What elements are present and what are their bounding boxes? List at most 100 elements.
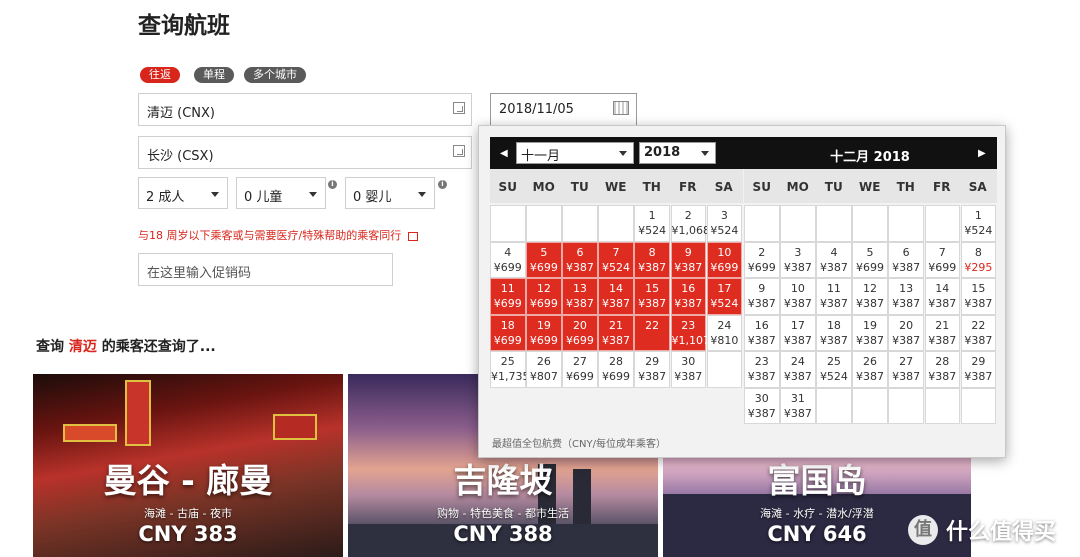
- infants-select[interactable]: 0 婴儿: [345, 177, 435, 209]
- calendar-empty-cell: [490, 205, 526, 242]
- calendar-day[interactable]: 24 ¥810: [706, 314, 743, 351]
- calendar-day[interactable]: 6 ¥387: [562, 241, 598, 278]
- calendar-day[interactable]: 12 ¥387: [852, 278, 888, 315]
- calendar-day[interactable]: 13 ¥387: [562, 278, 598, 315]
- calendar-day[interactable]: 15 ¥387: [960, 278, 997, 315]
- calendar-day[interactable]: 25 ¥524: [816, 351, 852, 388]
- day-number: 11: [826, 282, 841, 295]
- destination-field[interactable]: 长沙 (CSX): [138, 136, 472, 169]
- calendar-day[interactable]: 23 ¥1,107: [670, 314, 710, 351]
- calendar-day[interactable]: 14 ¥387: [598, 278, 634, 315]
- calendar-day[interactable]: 18 ¥699: [490, 314, 526, 351]
- adults-select[interactable]: 2 成人: [138, 177, 228, 209]
- calendar-day[interactable]: 19 ¥699: [526, 314, 562, 351]
- calendar-day[interactable]: 23 ¥387: [744, 351, 780, 388]
- day-price: ¥699: [602, 370, 631, 383]
- calendar-day[interactable]: 29 ¥387: [960, 351, 997, 388]
- destination-card-bangkok[interactable]: 曼谷 - 廊曼 海滩 - 古庙 - 夜市 CNY 383: [33, 374, 343, 557]
- calendar-day[interactable]: 20 ¥387: [888, 314, 924, 351]
- calendar-day[interactable]: 28 ¥699: [598, 351, 634, 388]
- calendar-day[interactable]: 16 ¥387: [670, 278, 706, 315]
- calendar-day[interactable]: 21 ¥387: [924, 314, 960, 351]
- trip-type-roundtrip[interactable]: 往返: [140, 67, 180, 83]
- calendar-day[interactable]: 30 ¥387: [670, 351, 706, 388]
- calendar-day[interactable]: 11 ¥387: [816, 278, 852, 315]
- trip-type-multicity[interactable]: 多个城市: [244, 67, 306, 83]
- calendar-day[interactable]: 31 ¥387: [780, 387, 816, 424]
- calendar-day[interactable]: 1 ¥524: [634, 205, 670, 242]
- trip-type-oneway[interactable]: 单程: [194, 67, 234, 83]
- day-price: ¥1,735: [491, 370, 530, 383]
- weekday-label: MO: [786, 180, 809, 194]
- prev-month-arrow-icon[interactable]: ◀: [500, 148, 508, 159]
- calendar-day[interactable]: 18 ¥387: [816, 314, 852, 351]
- calendar-day[interactable]: 4 ¥387: [816, 241, 852, 278]
- day-number: 28: [935, 355, 950, 368]
- departure-date-field[interactable]: 2018/11/05: [490, 93, 637, 126]
- calendar-day[interactable]: 12 ¥699: [526, 278, 562, 315]
- children-info-icon[interactable]: i: [328, 180, 337, 189]
- day-number: 23: [681, 318, 696, 332]
- calendar-day[interactable]: 11 ¥699: [490, 278, 526, 315]
- calendar-day[interactable]: 26 ¥387: [852, 351, 888, 388]
- calendar-day[interactable]: 1 ¥524: [960, 205, 997, 242]
- infants-info-icon[interactable]: i: [438, 180, 447, 189]
- calendar-day[interactable]: 22 ¥387: [960, 314, 997, 351]
- calendar-day[interactable]: 15 ¥387: [634, 278, 670, 315]
- calendar-day[interactable]: 7 ¥699: [924, 241, 960, 278]
- calendar-day[interactable]: 9 ¥387: [670, 241, 706, 278]
- calendar-day[interactable]: 7 ¥524: [598, 241, 634, 278]
- location-picker-icon[interactable]: [453, 102, 465, 114]
- calendar-day[interactable]: 30 ¥387: [744, 387, 780, 424]
- calendar-day[interactable]: 3 ¥524: [706, 205, 743, 242]
- calendar-day[interactable]: 22: [634, 314, 670, 351]
- infants-value: 0 婴儿: [353, 190, 392, 205]
- calendar-day[interactable]: 29 ¥387: [634, 351, 670, 388]
- day-price: ¥1,068: [671, 224, 711, 237]
- location-picker-icon[interactable]: [453, 145, 465, 157]
- calendar-day[interactable]: 24 ¥387: [780, 351, 816, 388]
- calendar-day[interactable]: 3 ¥387: [780, 241, 816, 278]
- calendar-day[interactable]: 21 ¥387: [598, 314, 634, 351]
- calendar-day[interactable]: 5 ¥699: [526, 241, 562, 278]
- calendar-icon[interactable]: [613, 101, 629, 115]
- day-price: ¥699: [856, 260, 885, 274]
- children-select[interactable]: 0 儿童: [236, 177, 326, 209]
- calendar-day[interactable]: 9 ¥387: [744, 278, 780, 315]
- calendar-day[interactable]: 10 ¥387: [780, 278, 816, 315]
- day-number: 17: [790, 318, 805, 332]
- calendar-day[interactable]: 17 ¥387: [780, 314, 816, 351]
- day-price: ¥699: [565, 370, 594, 383]
- calendar-day[interactable]: 25 ¥1,735: [490, 351, 530, 388]
- calendar-day[interactable]: 5 ¥699: [852, 241, 888, 278]
- calendar-day[interactable]: 27 ¥387: [888, 351, 924, 388]
- assist-note-link[interactable]: 与18 周岁以下乘客或与需要医疗/特殊帮助的乘客同行: [138, 227, 418, 243]
- also-searched-suffix: 的乘客还查询了...: [96, 339, 216, 355]
- calendar-day[interactable]: 26 ¥807: [526, 351, 562, 388]
- calendar-day[interactable]: 8 ¥295: [960, 241, 997, 278]
- next-month-arrow-icon[interactable]: ▶: [978, 148, 986, 159]
- calendar-day[interactable]: 16 ¥387: [744, 314, 780, 351]
- calendar-day[interactable]: 13 ¥387: [888, 278, 924, 315]
- calendar-day[interactable]: 2 ¥699: [744, 241, 780, 278]
- calendar-day[interactable]: 28 ¥387: [924, 351, 960, 388]
- day-price: ¥524: [602, 260, 631, 274]
- day-price: ¥387: [747, 406, 776, 420]
- calendar-day[interactable]: 10 ¥699: [706, 241, 743, 278]
- calendar-day[interactable]: 20 ¥699: [562, 314, 598, 351]
- calendar-day[interactable]: 6 ¥387: [888, 241, 924, 278]
- calendar-day[interactable]: 8 ¥387: [634, 241, 670, 278]
- day-price: ¥387: [783, 297, 812, 310]
- calendar-day[interactable]: 14 ¥387: [924, 278, 960, 315]
- calendar-day[interactable]: 19 ¥387: [852, 314, 888, 351]
- year-select[interactable]: 2018: [639, 142, 716, 164]
- calendar-day[interactable]: 4 ¥699: [490, 241, 526, 278]
- calendar-day[interactable]: 2 ¥1,068: [670, 205, 711, 242]
- day-price: ¥699: [565, 333, 594, 347]
- chevron-down-icon: [619, 151, 627, 156]
- month-select[interactable]: 十一月: [516, 142, 634, 164]
- origin-field[interactable]: 清迈 (CNX): [138, 93, 472, 126]
- calendar-day[interactable]: 27 ¥699: [562, 351, 598, 388]
- promo-code-input[interactable]: 在这里输入促销码: [138, 253, 393, 286]
- calendar-day[interactable]: 17 ¥524: [706, 278, 743, 315]
